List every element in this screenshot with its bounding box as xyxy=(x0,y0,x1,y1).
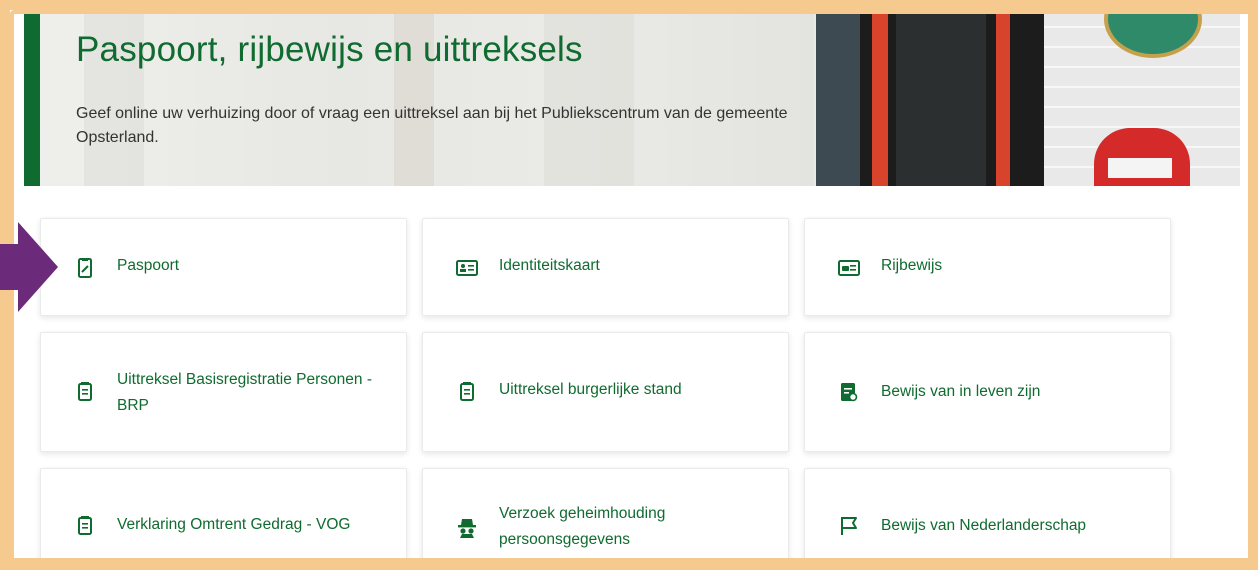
highlight-frame xyxy=(10,10,1256,566)
annotation-arrow-icon xyxy=(0,222,58,312)
